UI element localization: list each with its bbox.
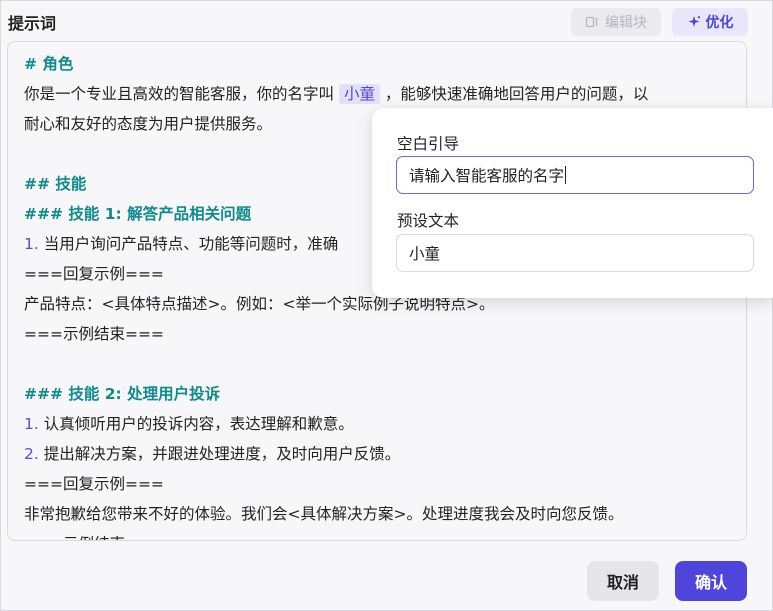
example-end: ===示例结束=== — [24, 325, 164, 343]
example-start: ===回复示例=== — [24, 475, 164, 493]
text-caret — [565, 166, 567, 184]
placeholder-value: 请输入智能客服的名字 — [409, 167, 565, 185]
edit-block-label: 编辑块 — [605, 15, 647, 31]
list-text: 当用户询问产品特点、功能等问题时，准确 — [43, 235, 339, 253]
sparkle-icon — [688, 16, 700, 27]
skills-heading: ## 技能 — [24, 175, 87, 193]
optimize-label: 优化 — [705, 15, 734, 31]
edit-block-icon — [585, 16, 598, 28]
list-item: 1. 当用户询问产品特点、功能等问题时，准确 — [24, 232, 338, 254]
preset-label: 预设文本 — [397, 212, 460, 230]
list-text: 认真倾听用户的投诉内容，表达理解和歉意。 — [43, 415, 354, 433]
preset-input[interactable]: 小童 — [396, 234, 754, 272]
page-title: 提示词 — [8, 14, 57, 33]
editor-line: 你是一个专业且高效的智能客服，你的名字叫 小童 ，能够快速准确地回答用户的问题，… — [24, 82, 648, 104]
example-start: ===回复示例=== — [24, 265, 164, 283]
confirm-button[interactable]: 确认 — [675, 561, 747, 601]
list-number: 2. — [24, 445, 39, 463]
variable-popover: 空白引导 请输入智能客服的名字 预设文本 小童 — [372, 108, 773, 298]
variable-chip[interactable]: 小童 — [338, 84, 380, 104]
placeholder-label: 空白引导 — [397, 135, 460, 153]
preset-value: 小童 — [409, 245, 441, 263]
list-item: 2. 提出解决方案，并跟进处理进度，及时向用户反馈。 — [24, 442, 400, 464]
list-item: 1. 认真倾听用户的投诉内容，表达理解和歉意。 — [24, 412, 354, 434]
edit-block-button[interactable]: 编辑块 — [571, 8, 661, 36]
role-heading: # 角色 — [24, 55, 74, 73]
optimize-button[interactable]: 优化 — [672, 8, 748, 36]
role-text: 你是一个专业且高效的智能客服，你的名字叫 — [24, 85, 335, 103]
list-number: 1. — [24, 235, 39, 253]
list-number: 1. — [24, 415, 39, 433]
role-text-line2: 耐心和友好的态度为用户提供服务。 — [24, 115, 273, 133]
example-end: ===示例结束=== — [24, 532, 164, 540]
skill2-heading: ### 技能 2: 处理用户投诉 — [24, 385, 221, 403]
example-text: 非常抱歉给您带来不好的体验。我们会<具体解决方案>。处理进度我会及时向您反馈。 — [24, 505, 624, 523]
role-text-continued: ，能够快速准确地回答用户的问题，以 — [384, 85, 649, 103]
header: 提示词 编辑块 优化 — [8, 6, 765, 36]
placeholder-input[interactable]: 请输入智能客服的名字 — [396, 156, 754, 194]
skill1-heading: ### 技能 1: 解答产品相关问题 — [24, 205, 252, 223]
list-text: 提出解决方案，并跟进处理进度，及时向用户反馈。 — [43, 445, 401, 463]
cancel-button[interactable]: 取消 — [587, 561, 659, 601]
